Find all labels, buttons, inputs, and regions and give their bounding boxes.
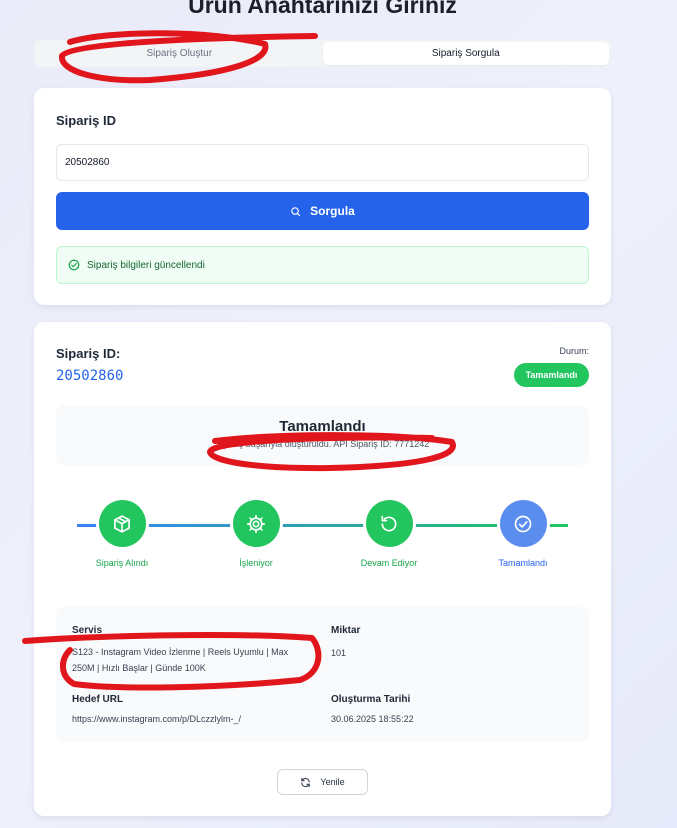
- quantity-value: 101: [331, 648, 347, 658]
- tab-create-order[interactable]: Sipariş Oluştur: [36, 42, 323, 65]
- check-circle-icon: [514, 515, 532, 532]
- success-alert-text: Sipariş bilgileri güncellendi: [87, 259, 205, 271]
- rotate-ccw-icon: [381, 515, 397, 531]
- query-button-label: Sorgula: [310, 204, 355, 218]
- order-id-label: Sipariş ID: [56, 113, 116, 128]
- summary-title: Tamamlandı: [279, 418, 366, 435]
- created-date-label: Oluşturma Tarihi: [331, 694, 411, 705]
- step-label: Devam Ediyor: [360, 558, 418, 568]
- step-circle: [98, 500, 146, 547]
- status-summary: Tamamlandı Sipariş başarıyla oluşturuldu…: [56, 405, 589, 465]
- step-completed: Tamamlandı: [468, 500, 578, 568]
- query-button[interactable]: Sorgula: [56, 192, 589, 230]
- step-label: Tamamlandı: [498, 558, 548, 568]
- package-icon: [114, 514, 130, 533]
- step-in-progress: Devam Ediyor: [334, 500, 444, 568]
- step-label: Sipariş Alındı: [95, 558, 149, 568]
- gear-icon: [246, 514, 266, 533]
- page-title: Ürün Anahtarınızı Giriniz: [188, 0, 457, 18]
- service-value: S123 - Instagram Video İzlenme | Reels U…: [72, 647, 289, 673]
- step-order-received: Sipariş Alındı: [67, 500, 177, 568]
- refresh-button[interactable]: Yenile: [277, 769, 368, 795]
- step-circle: [232, 500, 280, 547]
- tab-query-order[interactable]: Sipariş Sorgula: [322, 42, 609, 65]
- status-label: Durum:: [559, 346, 589, 356]
- order-id-value: 20502860: [56, 368, 124, 384]
- success-alert: Sipariş bilgileri güncellendi: [56, 246, 589, 284]
- check-circle-icon: [68, 259, 80, 271]
- target-url-value: https://www.instagram.com/p/DLczzlylm-_/: [72, 714, 242, 724]
- tab-bar: Sipariş Oluştur Sipariş Sorgula: [34, 40, 611, 67]
- quantity-label: Miktar: [331, 625, 361, 636]
- refresh-icon: [301, 777, 311, 787]
- summary-message: Sipariş başarıyla oluşturuldu. API Sipar…: [215, 439, 430, 449]
- step-processing: İşleniyor: [201, 500, 311, 568]
- target-url-label: Hedef URL: [72, 694, 124, 705]
- service-label: Servis: [72, 625, 103, 636]
- order-id-input[interactable]: 20502860: [56, 144, 589, 181]
- search-icon: [291, 206, 301, 216]
- order-id-input-value: 20502860: [65, 157, 110, 168]
- query-card: Sipariş ID 20502860 Sorgula Sipariş bilg…: [34, 88, 611, 305]
- step-circle: [499, 500, 547, 547]
- order-details: Servis S123 - Instagram Video İzlenme | …: [56, 607, 589, 742]
- created-date-value: 30.06.2025 18:55:22: [331, 714, 414, 724]
- order-id-heading: Sipariş ID:: [56, 346, 121, 361]
- order-detail-card: Sipariş ID: 20502860 Durum: Tamamlandı T…: [34, 322, 611, 816]
- step-circle: [365, 500, 413, 547]
- status-badge: Tamamlandı: [514, 363, 589, 387]
- refresh-button-label: Yenile: [320, 777, 345, 787]
- step-label: İşleniyor: [239, 558, 273, 568]
